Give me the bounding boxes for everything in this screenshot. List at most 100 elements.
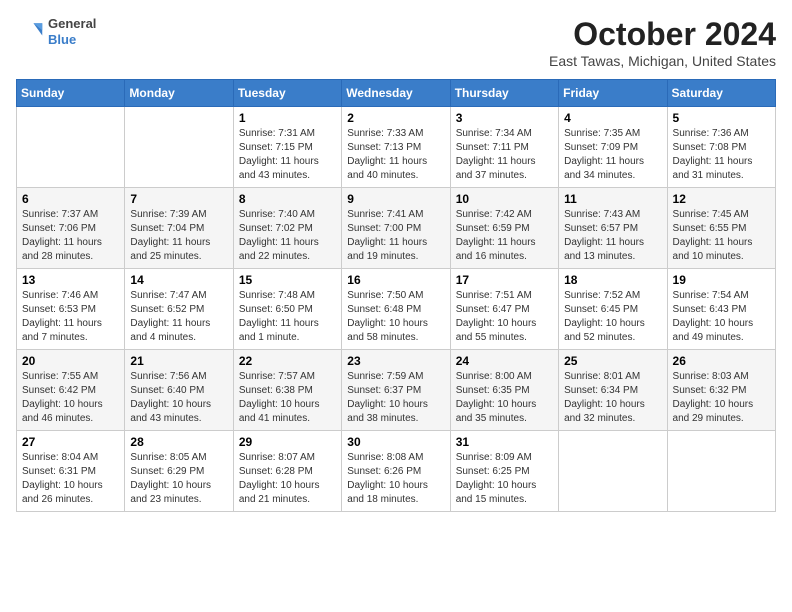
location: East Tawas, Michigan, United States <box>549 53 776 69</box>
page-header: General Blue October 2024 East Tawas, Mi… <box>16 16 776 69</box>
day-number: 25 <box>564 354 661 368</box>
calendar-cell: 25 Sunrise: 8:01 AM Sunset: 6:34 PM Dayli… <box>559 350 667 431</box>
day-number: 24 <box>456 354 553 368</box>
day-info: Sunrise: 8:09 AM Sunset: 6:25 PM Dayligh… <box>456 451 553 507</box>
day-info: Sunrise: 7:45 AM Sunset: 6:55 PM Dayligh… <box>673 208 770 264</box>
calendar-cell: 31Sunrise: 8:09 AM Sunset: 6:25 PM Dayli… <box>450 431 558 512</box>
calendar-cell: 15 Sunrise: 7:48 AM Sunset: 6:50 PM Dayli… <box>233 269 341 350</box>
calendar-week-row: 13 Sunrise: 7:46 AM Sunset: 6:53 PM Dayli… <box>17 269 776 350</box>
day-number: 18 <box>564 273 661 287</box>
calendar-cell: 12 Sunrise: 7:45 AM Sunset: 6:55 PM Dayli… <box>667 188 775 269</box>
calendar-cell: 28 Sunrise: 8:05 AM Sunset: 6:29 PM Dayli… <box>125 431 233 512</box>
calendar-cell: 2 Sunrise: 7:33 AM Sunset: 7:13 PM Daylig… <box>342 107 450 188</box>
day-info: Sunrise: 8:05 AM Sunset: 6:29 PM Dayligh… <box>130 451 227 507</box>
calendar-cell: 24 Sunrise: 8:00 AM Sunset: 6:35 PM Dayli… <box>450 350 558 431</box>
day-number: 26 <box>673 354 770 368</box>
day-info: Sunrise: 7:47 AM Sunset: 6:52 PM Dayligh… <box>130 289 227 345</box>
day-info: Sunrise: 7:55 AM Sunset: 6:42 PM Dayligh… <box>22 370 119 426</box>
day-number: 22 <box>239 354 336 368</box>
day-info: Sunrise: 7:39 AM Sunset: 7:04 PM Dayligh… <box>130 208 227 264</box>
header-day: Tuesday <box>233 80 341 107</box>
header-day: Thursday <box>450 80 558 107</box>
day-number: 20 <box>22 354 119 368</box>
day-info: Sunrise: 7:34 AM Sunset: 7:11 PM Dayligh… <box>456 127 553 183</box>
header-day: Monday <box>125 80 233 107</box>
logo: General Blue <box>16 16 96 47</box>
logo-icon <box>16 18 44 46</box>
day-info: Sunrise: 8:01 AM Sunset: 6:34 PM Dayligh… <box>564 370 661 426</box>
day-info: Sunrise: 8:03 AM Sunset: 6:32 PM Dayligh… <box>673 370 770 426</box>
calendar-cell: 21Sunrise: 7:56 AM Sunset: 6:40 PM Dayli… <box>125 350 233 431</box>
day-info: Sunrise: 8:07 AM Sunset: 6:28 PM Dayligh… <box>239 451 336 507</box>
header-row: SundayMondayTuesdayWednesdayThursdayFrid… <box>17 80 776 107</box>
day-number: 9 <box>347 192 444 206</box>
day-info: Sunrise: 7:46 AM Sunset: 6:53 PM Dayligh… <box>22 289 119 345</box>
logo-line2: Blue <box>48 32 96 48</box>
calendar-cell: 14 Sunrise: 7:47 AM Sunset: 6:52 PM Dayli… <box>125 269 233 350</box>
day-number: 2 <box>347 111 444 125</box>
day-info: Sunrise: 7:51 AM Sunset: 6:47 PM Dayligh… <box>456 289 553 345</box>
day-info: Sunrise: 7:41 AM Sunset: 7:00 PM Dayligh… <box>347 208 444 264</box>
calendar-week-row: 20 Sunrise: 7:55 AM Sunset: 6:42 PM Dayli… <box>17 350 776 431</box>
day-number: 13 <box>22 273 119 287</box>
day-info: Sunrise: 7:31 AM Sunset: 7:15 PM Dayligh… <box>239 127 336 183</box>
calendar-cell: 7Sunrise: 7:39 AM Sunset: 7:04 PM Daylig… <box>125 188 233 269</box>
calendar-header: SundayMondayTuesdayWednesdayThursdayFrid… <box>17 80 776 107</box>
day-number: 15 <box>239 273 336 287</box>
logo-text: General Blue <box>48 16 96 47</box>
title-block: October 2024 East Tawas, Michigan, Unite… <box>549 16 776 69</box>
month-title: October 2024 <box>549 16 776 53</box>
day-info: Sunrise: 7:50 AM Sunset: 6:48 PM Dayligh… <box>347 289 444 345</box>
calendar-cell: 23Sunrise: 7:59 AM Sunset: 6:37 PM Dayli… <box>342 350 450 431</box>
day-info: Sunrise: 8:00 AM Sunset: 6:35 PM Dayligh… <box>456 370 553 426</box>
day-number: 1 <box>239 111 336 125</box>
day-info: Sunrise: 7:57 AM Sunset: 6:38 PM Dayligh… <box>239 370 336 426</box>
calendar-cell: 11 Sunrise: 7:43 AM Sunset: 6:57 PM Dayli… <box>559 188 667 269</box>
day-number: 5 <box>673 111 770 125</box>
header-day: Saturday <box>667 80 775 107</box>
calendar-table: SundayMondayTuesdayWednesdayThursdayFrid… <box>16 79 776 512</box>
calendar-week-row: 6Sunrise: 7:37 AM Sunset: 7:06 PM Daylig… <box>17 188 776 269</box>
calendar-cell <box>667 431 775 512</box>
calendar-cell: 29Sunrise: 8:07 AM Sunset: 6:28 PM Dayli… <box>233 431 341 512</box>
calendar-cell <box>125 107 233 188</box>
day-info: Sunrise: 7:54 AM Sunset: 6:43 PM Dayligh… <box>673 289 770 345</box>
calendar-week-row: 27Sunrise: 8:04 AM Sunset: 6:31 PM Dayli… <box>17 431 776 512</box>
calendar-cell: 30Sunrise: 8:08 AM Sunset: 6:26 PM Dayli… <box>342 431 450 512</box>
calendar-cell: 27Sunrise: 8:04 AM Sunset: 6:31 PM Dayli… <box>17 431 125 512</box>
day-number: 21 <box>130 354 227 368</box>
day-number: 28 <box>130 435 227 449</box>
day-info: Sunrise: 7:37 AM Sunset: 7:06 PM Dayligh… <box>22 208 119 264</box>
calendar-body: 1 Sunrise: 7:31 AM Sunset: 7:15 PM Daylig… <box>17 107 776 512</box>
day-info: Sunrise: 7:48 AM Sunset: 6:50 PM Dayligh… <box>239 289 336 345</box>
header-day: Wednesday <box>342 80 450 107</box>
calendar-cell: 18Sunrise: 7:52 AM Sunset: 6:45 PM Dayli… <box>559 269 667 350</box>
day-number: 16 <box>347 273 444 287</box>
calendar-cell: 26 Sunrise: 8:03 AM Sunset: 6:32 PM Dayli… <box>667 350 775 431</box>
calendar-cell: 8Sunrise: 7:40 AM Sunset: 7:02 PM Daylig… <box>233 188 341 269</box>
header-day: Sunday <box>17 80 125 107</box>
day-info: Sunrise: 7:40 AM Sunset: 7:02 PM Dayligh… <box>239 208 336 264</box>
day-info: Sunrise: 7:36 AM Sunset: 7:08 PM Dayligh… <box>673 127 770 183</box>
day-info: Sunrise: 7:35 AM Sunset: 7:09 PM Dayligh… <box>564 127 661 183</box>
day-number: 17 <box>456 273 553 287</box>
header-day: Friday <box>559 80 667 107</box>
calendar-cell: 20 Sunrise: 7:55 AM Sunset: 6:42 PM Dayli… <box>17 350 125 431</box>
day-number: 3 <box>456 111 553 125</box>
calendar-cell: 19Sunrise: 7:54 AM Sunset: 6:43 PM Dayli… <box>667 269 775 350</box>
calendar-cell <box>559 431 667 512</box>
day-number: 10 <box>456 192 553 206</box>
day-number: 14 <box>130 273 227 287</box>
day-info: Sunrise: 7:59 AM Sunset: 6:37 PM Dayligh… <box>347 370 444 426</box>
calendar-week-row: 1 Sunrise: 7:31 AM Sunset: 7:15 PM Daylig… <box>17 107 776 188</box>
day-info: Sunrise: 7:42 AM Sunset: 6:59 PM Dayligh… <box>456 208 553 264</box>
day-info: Sunrise: 7:33 AM Sunset: 7:13 PM Dayligh… <box>347 127 444 183</box>
day-info: Sunrise: 7:43 AM Sunset: 6:57 PM Dayligh… <box>564 208 661 264</box>
calendar-cell: 16 Sunrise: 7:50 AM Sunset: 6:48 PM Dayli… <box>342 269 450 350</box>
day-number: 11 <box>564 192 661 206</box>
calendar-cell: 5 Sunrise: 7:36 AM Sunset: 7:08 PM Daylig… <box>667 107 775 188</box>
day-number: 12 <box>673 192 770 206</box>
calendar-cell: 22 Sunrise: 7:57 AM Sunset: 6:38 PM Dayli… <box>233 350 341 431</box>
calendar-cell: 3 Sunrise: 7:34 AM Sunset: 7:11 PM Daylig… <box>450 107 558 188</box>
calendar-cell: 4Sunrise: 7:35 AM Sunset: 7:09 PM Daylig… <box>559 107 667 188</box>
